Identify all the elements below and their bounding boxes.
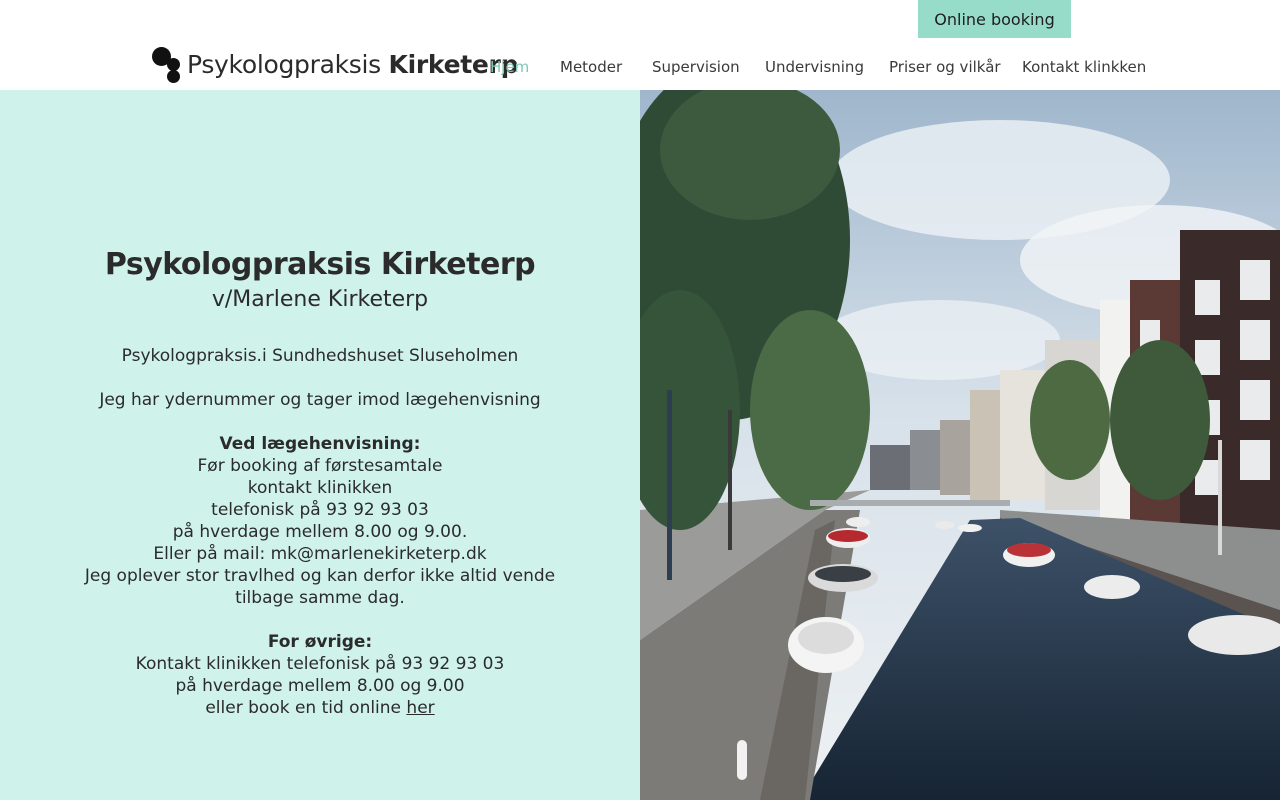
site-header: Online booking Psykologpraksis Kirketerp… [0,0,1280,90]
page-title: Psykologpraksis Kirketerp [0,246,640,284]
referral-line: Eller på mail: mk@marlenekirketerp.dk [153,544,487,564]
nav-item-metoder[interactable]: Metoder [560,58,622,76]
nav-item-kontakt[interactable]: Kontakt klinkken [1022,58,1146,76]
others-heading: For øvrige: [267,632,373,652]
book-online-line: eller book en tid online her [0,697,640,719]
ydernummer-text: Jeg har ydernummer og tager imod lægehen… [99,390,541,410]
page-subtitle: v/Marlene Kirketerp [211,287,429,312]
location-text: Psykologpraksis.i Sundhedshuset Slusehol… [121,346,519,366]
others-line: Kontakt klinikken telefonisk på 93 92 93… [135,654,505,674]
main-nav: Hjem Metoder Supervision Undervisning Pr… [0,58,1280,80]
book-online-link[interactable]: her [406,698,434,718]
nav-item-supervision[interactable]: Supervision [652,58,740,76]
nav-item-hjem[interactable]: Hjem [490,58,529,76]
referral-line: kontakt klinikken [247,478,393,498]
referral-line: Jeg oplever stor travlhed og kan derfor … [84,566,556,586]
book-online-text: eller book en tid online [205,698,407,718]
intro-panel: Psykologpraksis Kirketerp v/Marlene Kirk… [0,90,640,800]
nav-item-undervisning[interactable]: Undervisning [765,58,864,76]
referral-line: telefonisk på 93 92 93 03 [211,500,429,520]
referral-line: tilbage samme dag. [235,588,405,608]
referral-line: på hverdage mellem 8.00 og 9.00. [172,522,468,542]
page-title-bold: Kirketerp [380,247,536,282]
nav-item-priser[interactable]: Priser og vilkår [889,58,1001,76]
page-title-light: Psykologpraksis [104,247,371,282]
referral-line: Før booking af førstesamtale [197,456,443,476]
online-booking-button[interactable]: Online booking [918,0,1071,38]
canal-photo [640,90,1280,800]
intro-content: Psykologpraksis Kirketerp v/Marlene Kirk… [0,246,640,719]
referral-heading: Ved lægehenvisning: [219,434,421,454]
others-line: på hverdage mellem 8.00 og 9.00 [175,676,465,696]
intro-text: Psykologpraksis.i Sundhedshuset Slusehol… [0,345,640,719]
